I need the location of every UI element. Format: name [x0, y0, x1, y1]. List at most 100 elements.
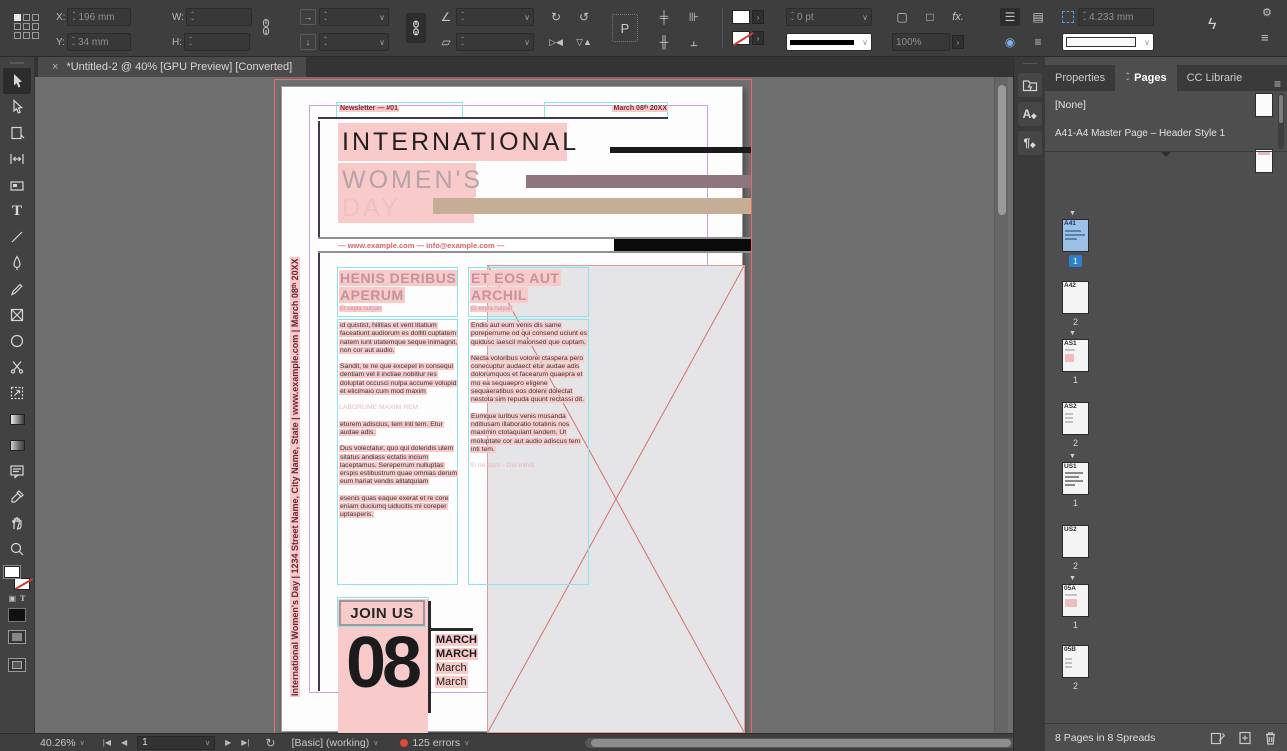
canvas-pasteboard[interactable]: Newsletter — #01 March 08ᵗʰ 20XX Interna…: [35, 77, 1013, 733]
reference-point-proxy[interactable]: [14, 14, 39, 39]
content-collector-tool[interactable]: [3, 172, 31, 198]
masthead-right[interactable]: March 08ᵗʰ 20XX: [582, 105, 668, 112]
dock-grip[interactable]: [1023, 63, 1037, 65]
align-distribute-icon-2[interactable]: ⊪: [684, 8, 704, 26]
object-style-dot-icon[interactable]: ◉: [1000, 33, 1020, 51]
corner-radius-input[interactable]: [1089, 12, 1150, 23]
rotate-cw-icon[interactable]: ↻: [546, 8, 566, 26]
align-distribute-icon-4[interactable]: ⫠: [684, 33, 704, 51]
page-number-field[interactable]: 1∨: [137, 736, 215, 750]
opacity-input[interactable]: [896, 37, 946, 48]
text-wrap-around-icon[interactable]: ▤: [1028, 8, 1048, 26]
corner-radius-stepper[interactable]: ⌃⌄: [1082, 13, 1087, 21]
contact-strip[interactable]: — www.example.com — info@example.com —: [318, 237, 751, 253]
page-thumbnail[interactable]: US1: [1062, 462, 1089, 495]
panel-menu-icon[interactable]: ≡: [1268, 77, 1287, 91]
align-distribute-icon-1[interactable]: ╪: [654, 8, 674, 26]
w-stepper[interactable]: ⌃⌄: [190, 13, 195, 21]
master-row-a4[interactable]: A41-A4 Master Page – Header Style 1: [1045, 119, 1287, 147]
title-bar-mauve[interactable]: [526, 175, 751, 188]
stroke-options-button[interactable]: ›: [752, 31, 764, 45]
workspace-profile-control[interactable]: [Basic] (working)∨: [292, 737, 379, 749]
flip-vertical-icon[interactable]: ▽▲: [574, 33, 594, 51]
scissors-tool[interactable]: [3, 354, 31, 380]
gradient-feather-tool[interactable]: [3, 432, 31, 458]
effects-fx-icon[interactable]: fx.: [948, 8, 968, 26]
rotation-dropdown-icon[interactable]: ∨: [521, 13, 530, 22]
join-us-number[interactable]: 08: [336, 615, 428, 711]
stroke-weight-dropdown-icon[interactable]: ∨: [859, 13, 868, 22]
masters-scrollbar[interactable]: [1278, 93, 1284, 149]
zoom-level-control[interactable]: 40.26%∨: [40, 737, 85, 749]
free-transform-tool[interactable]: [3, 380, 31, 406]
frame-fitting-icon[interactable]: ≡: [1028, 33, 1048, 51]
horizontal-scrollbar-thumb[interactable]: [591, 739, 1011, 747]
corner-options-icon[interactable]: ▢: [892, 8, 912, 26]
title-bar-black[interactable]: [610, 147, 751, 153]
scale-y-input[interactable]: [330, 37, 376, 48]
view-options-button[interactable]: [8, 630, 26, 644]
fill-stroke-swatches[interactable]: [4, 566, 30, 590]
canvas-vertical-scrollbar[interactable]: [994, 77, 1008, 733]
object-style-dropdown[interactable]: ∨: [1062, 33, 1154, 51]
col2-heading[interactable]: ET EOS AUT ARCHIL: [470, 270, 561, 304]
ellipse-tool[interactable]: [3, 328, 31, 354]
edit-page-size-icon[interactable]: [1210, 731, 1226, 745]
selection-tool[interactable]: [3, 68, 31, 94]
page-thumbnail[interactable]: 05A: [1062, 584, 1089, 617]
tab-close-icon[interactable]: ×: [52, 61, 58, 73]
x-input[interactable]: [78, 12, 127, 23]
stroke-none-swatch[interactable]: [14, 578, 30, 590]
control-menu-icon[interactable]: ≡: [1261, 30, 1269, 45]
hand-tool[interactable]: [3, 510, 31, 536]
width-input[interactable]: [197, 12, 248, 23]
flip-horizontal-icon[interactable]: ▷◀: [546, 33, 566, 51]
stroke-style-dropdown[interactable]: ∨: [786, 33, 872, 51]
scale-x-dropdown-icon[interactable]: ∨: [376, 13, 385, 22]
scale-y-dropdown-icon[interactable]: ∨: [376, 38, 385, 47]
zoom-tool[interactable]: [3, 536, 31, 562]
delete-page-trash-icon[interactable]: [1264, 731, 1277, 745]
rotation-input[interactable]: [467, 12, 521, 23]
h-stepper[interactable]: ⌃⌄: [188, 38, 193, 46]
new-page-icon[interactable]: [1238, 731, 1252, 745]
master-row-none[interactable]: [None]: [1045, 91, 1287, 119]
shear-dropdown-icon[interactable]: ∨: [521, 38, 530, 47]
masthead-left[interactable]: Newsletter — #01: [339, 105, 399, 112]
col1-body-text[interactable]: id quistist, hilitias et vent litatium f…: [339, 322, 458, 528]
panel-section-divider[interactable]: [1045, 151, 1287, 159]
text-wrap-none-icon[interactable]: ☰: [1000, 8, 1020, 26]
page-thumbnail[interactable]: AS2: [1062, 402, 1089, 435]
direct-selection-tool[interactable]: [3, 94, 31, 120]
y-stepper[interactable]: ⌃⌄: [71, 38, 76, 46]
title-line-2[interactable]: WOMEN'S: [338, 163, 476, 197]
align-distribute-icon-3[interactable]: ╫: [654, 33, 674, 51]
note-tool[interactable]: [3, 458, 31, 484]
vertical-scrollbar-thumb[interactable]: [998, 85, 1006, 215]
col1-heading[interactable]: HENIS DERIBUS APERUM: [339, 270, 457, 304]
apply-color-button[interactable]: [8, 608, 26, 622]
title-bar-tan[interactable]: [433, 198, 751, 214]
scale-y-stepper[interactable]: ⌃⌄: [323, 38, 328, 46]
page-thumbnail[interactable]: AS1: [1062, 339, 1089, 372]
constrain-proportions-icon[interactable]: [258, 16, 274, 43]
fill-options-button[interactable]: ›: [752, 10, 764, 24]
toolbar-grip[interactable]: [10, 62, 24, 64]
scale-x-input[interactable]: [330, 12, 376, 23]
height-input[interactable]: [195, 37, 246, 48]
page-tool[interactable]: [3, 120, 31, 146]
stroke-swatch[interactable]: [732, 31, 750, 45]
rotation-stepper[interactable]: ⌃⌄: [460, 13, 465, 21]
pen-tool[interactable]: [3, 250, 31, 276]
side-vertical-text[interactable]: International Women's Day | 1234 Street …: [290, 257, 300, 697]
screen-mode-button[interactable]: [8, 658, 26, 672]
tab-properties[interactable]: Properties: [1045, 65, 1115, 91]
master-none-thumbnail[interactable]: [1255, 93, 1273, 117]
paragraph-styles-panel-icon[interactable]: ¶◆: [1018, 131, 1042, 155]
page-thumbnail[interactable]: A41: [1062, 219, 1089, 252]
page-thumbnail[interactable]: 05B: [1062, 645, 1089, 678]
first-page-button[interactable]: |◀: [103, 738, 111, 747]
preflight-refresh-icon[interactable]: ↻: [266, 736, 276, 750]
next-page-button[interactable]: ▶: [225, 738, 231, 747]
page-thumbnail[interactable]: A42: [1062, 281, 1089, 314]
